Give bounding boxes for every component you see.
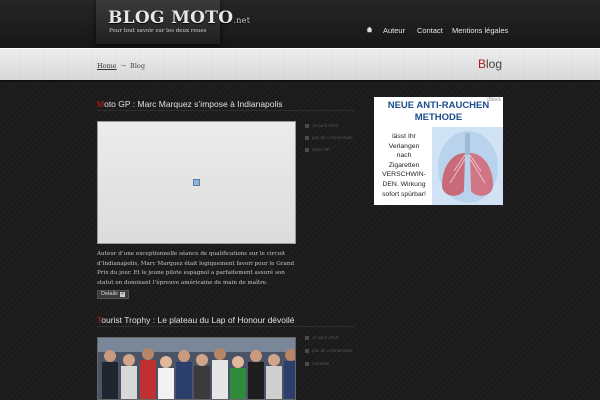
page-title-rest: log xyxy=(485,57,502,71)
post-category[interactable]: Actualité xyxy=(305,361,329,366)
breadcrumb-separator: → xyxy=(120,62,127,70)
title-divider xyxy=(97,326,355,327)
post-title-text: oto GP : Marc Marquez s’impose à Indiana… xyxy=(104,99,283,109)
calendar-icon xyxy=(305,335,309,340)
page-title: Blog xyxy=(478,57,502,71)
post-excerpt: Auteur d’une exceptionnelle séance de qu… xyxy=(97,251,295,286)
plus-icon: + xyxy=(119,291,125,297)
home-icon[interactable] xyxy=(366,26,373,33)
ad-corner-badge: iStock xyxy=(487,97,501,103)
main-content xyxy=(0,84,600,400)
folder-icon xyxy=(305,147,309,152)
post-title-text: ourist Trophy : Le plateau du Lap of Hon… xyxy=(101,315,295,325)
post-date: 17 août 2013 xyxy=(305,335,338,340)
breadcrumb: Home → Blog xyxy=(97,62,145,70)
broken-image-icon xyxy=(193,179,200,186)
sidebar-ad[interactable]: NEUE ANTI-RAUCHEN METHODE lässt Ihr Verl… xyxy=(374,97,503,205)
nav-item-auteur[interactable]: Auteur xyxy=(383,26,405,35)
details-button[interactable]: Details + xyxy=(97,290,129,299)
post-title[interactable]: Tourist Trophy : Le plateau du Lap of Ho… xyxy=(97,315,295,325)
title-divider xyxy=(97,110,355,111)
post-title[interactable]: Moto GP : Marc Marquez s’impose à Indian… xyxy=(97,99,283,109)
comment-icon xyxy=(305,135,309,140)
ad-headline: NEUE ANTI-RAUCHEN METHODE xyxy=(387,100,490,123)
ad-body: lässt Ihr Verlangen nach Zigaretten VERS… xyxy=(382,133,426,198)
page-banner: Home → Blog xyxy=(0,48,600,82)
post-comments[interactable]: pas de commentaire xyxy=(305,135,353,140)
main-nav: Auteur Contact Mentions légales xyxy=(0,26,600,38)
breadcrumb-home-link[interactable]: Home xyxy=(97,62,117,70)
nav-item-contact[interactable]: Contact xyxy=(417,26,443,35)
site-header: BLOG MOTO.net Pour tout savoir sur les d… xyxy=(0,0,600,48)
post-image[interactable] xyxy=(97,337,296,400)
page-title-first-letter: B xyxy=(477,57,486,71)
lungs-image xyxy=(432,127,503,205)
logo-tld: .net xyxy=(233,16,251,25)
post-category[interactable]: Moto GP xyxy=(305,147,330,152)
post-date: 18 août 2013 xyxy=(305,123,338,128)
breadcrumb-current: Blog xyxy=(130,62,145,70)
details-label: Details xyxy=(101,291,118,297)
calendar-icon xyxy=(305,123,309,128)
post-comments[interactable]: pas de commentaire xyxy=(305,348,353,353)
folder-icon xyxy=(305,361,309,366)
logo-title-text: BLOG MOTO xyxy=(108,8,234,28)
nav-item-mentions-legales[interactable]: Mentions légales xyxy=(452,26,508,35)
logo-title[interactable]: BLOG MOTO.net xyxy=(108,8,250,28)
crowd-photo xyxy=(98,338,295,399)
comment-icon xyxy=(305,348,309,353)
